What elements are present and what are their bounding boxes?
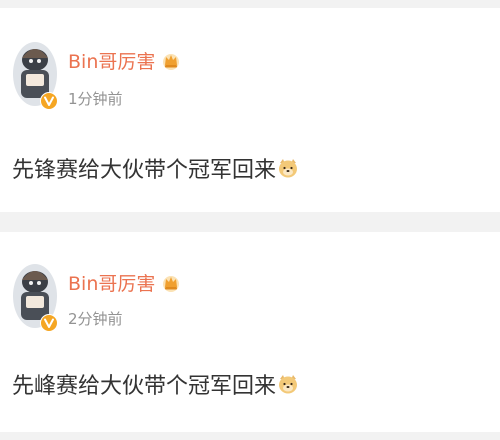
verified-badge-icon: [40, 314, 58, 332]
verified-badge-icon: [40, 92, 58, 110]
timestamp[interactable]: 2分钟前: [68, 308, 123, 329]
avatar-wrap[interactable]: [12, 38, 58, 118]
post-content: 先锋赛给大伙带个冠军回来: [12, 152, 299, 184]
feed: Bin哥厉害 1分钟前 先锋赛给大伙带个冠军回来 Bin哥厉害 2分钟前 先峰赛…: [0, 0, 500, 440]
username-text[interactable]: Bin哥厉害: [68, 269, 155, 296]
post-text: 先锋赛给大伙带个冠军回来: [12, 158, 277, 183]
username[interactable]: Bin哥厉害: [68, 47, 181, 74]
post-text: 先峰赛给大伙带个冠军回来: [12, 374, 277, 399]
timestamp[interactable]: 1分钟前: [68, 88, 123, 109]
doge-emoji-icon: [279, 375, 298, 394]
username[interactable]: Bin哥厉害: [68, 269, 181, 296]
post-card[interactable]: Bin哥厉害 2分钟前 先峰赛给大伙带个冠军回来: [0, 232, 500, 432]
username-text[interactable]: Bin哥厉害: [68, 47, 155, 74]
post-card[interactable]: Bin哥厉害 1分钟前 先锋赛给大伙带个冠军回来: [0, 8, 500, 212]
doge-emoji-icon: [279, 159, 298, 178]
crown-icon: [163, 53, 180, 70]
post-content: 先峰赛给大伙带个冠军回来: [12, 368, 299, 400]
avatar-wrap[interactable]: [12, 260, 58, 340]
crown-icon: [163, 275, 180, 292]
